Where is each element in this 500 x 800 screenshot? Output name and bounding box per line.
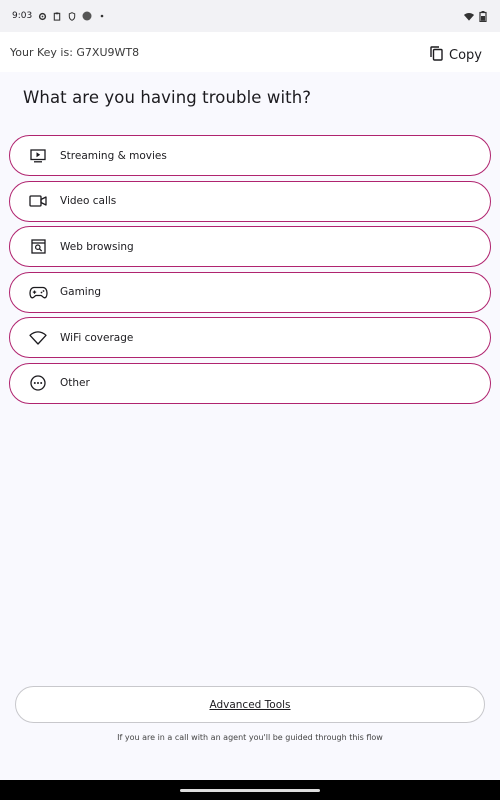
wifi-icon bbox=[464, 11, 474, 21]
option-label: Web browsing bbox=[60, 240, 134, 253]
advanced-tools-label: Advanced Tools bbox=[209, 698, 291, 711]
option-wifi-coverage[interactable]: WiFi coverage bbox=[9, 317, 491, 359]
status-bar: 9:03 bbox=[0, 0, 500, 32]
page-title: What are you having trouble with? bbox=[23, 88, 312, 107]
shield-icon bbox=[67, 11, 77, 21]
gear-icon bbox=[37, 11, 47, 21]
option-label: Gaming bbox=[60, 286, 102, 299]
option-label: Streaming & movies bbox=[60, 149, 167, 162]
copy-icon bbox=[430, 45, 443, 65]
option-label: Video calls bbox=[60, 195, 117, 208]
home-handle[interactable] bbox=[180, 788, 320, 792]
copy-button[interactable]: Copy bbox=[430, 45, 490, 65]
option-label: Other bbox=[60, 377, 90, 390]
tv-play-icon bbox=[28, 146, 48, 166]
option-label: WiFi coverage bbox=[60, 331, 134, 344]
option-video-calls[interactable]: Video calls bbox=[9, 180, 491, 222]
option-streaming[interactable]: Streaming & movies bbox=[9, 135, 491, 176]
option-gaming[interactable]: Gaming bbox=[9, 271, 491, 313]
option-web-browsing[interactable]: Web browsing bbox=[9, 226, 491, 268]
more-horizontal-icon bbox=[28, 373, 48, 393]
clipboard-icon bbox=[52, 11, 62, 21]
wifi-icon bbox=[28, 328, 48, 348]
footer-note: If you are in a call with an agent you'l… bbox=[117, 733, 383, 742]
status-right bbox=[464, 10, 488, 22]
copy-label: Copy bbox=[449, 47, 482, 63]
circle-icon bbox=[82, 11, 92, 21]
gamepad-icon bbox=[28, 282, 48, 302]
options-list: Streaming & movies Video calls Web brows… bbox=[9, 135, 491, 409]
status-time: 9:03 bbox=[12, 11, 33, 21]
screen: 9:03 Your Key is: G7XU9WT8 Copy What are… bbox=[0, 0, 500, 800]
battery-icon bbox=[478, 10, 488, 22]
advanced-tools-button[interactable]: Advanced Tools bbox=[15, 686, 485, 723]
browser-search-icon bbox=[28, 237, 48, 257]
dot-icon bbox=[97, 11, 107, 21]
navigation-bar bbox=[0, 780, 500, 800]
option-other[interactable]: Other bbox=[9, 362, 491, 404]
key-bar: Your Key is: G7XU9WT8 Copy bbox=[0, 32, 500, 72]
key-text: Your Key is: G7XU9WT8 bbox=[10, 45, 140, 59]
status-left: 9:03 bbox=[12, 11, 107, 21]
video-camera-icon bbox=[28, 191, 48, 211]
